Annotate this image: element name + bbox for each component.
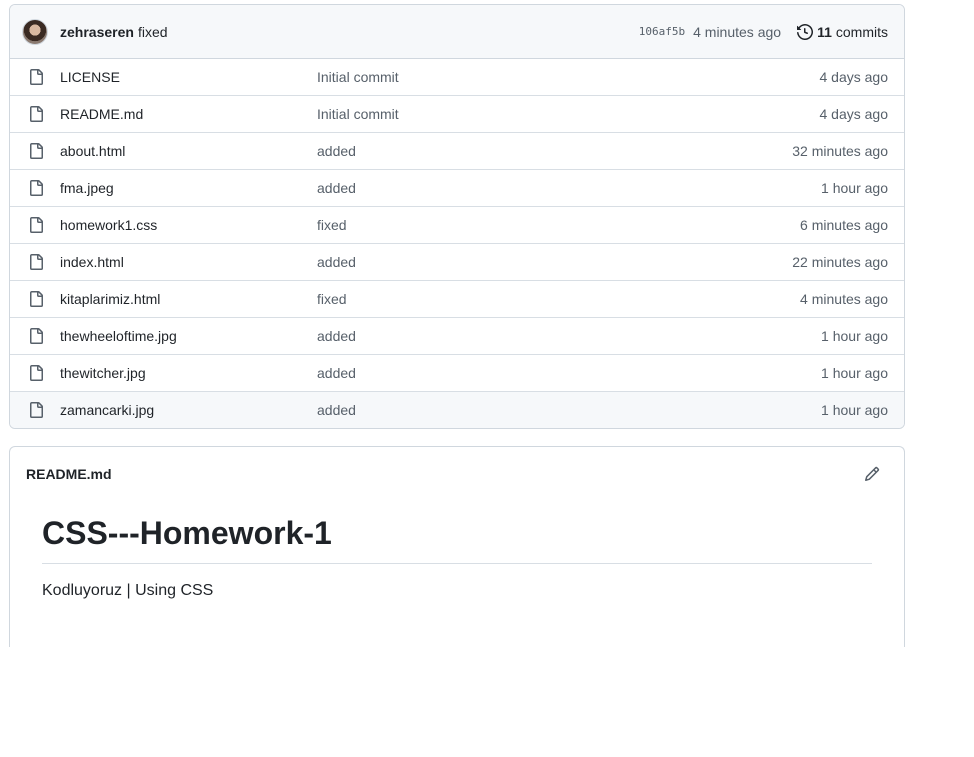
file-commit-age: 1 hour ago	[821, 402, 888, 418]
file-commit-age: 4 days ago	[819, 69, 889, 85]
file-row[interactable]: LICENSE Initial commit 4 days ago	[10, 59, 904, 95]
file-name-link[interactable]: LICENSE	[60, 69, 317, 85]
file-row[interactable]: README.md Initial commit 4 days ago	[10, 95, 904, 132]
file-name-link[interactable]: thewheeloftime.jpg	[60, 328, 317, 344]
file-row[interactable]: thewitcher.jpg added 1 hour ago	[10, 354, 904, 391]
file-commit-age: 4 days ago	[819, 106, 889, 122]
commit-author-link[interactable]: zehraseren	[60, 24, 134, 40]
file-icon	[30, 106, 43, 122]
file-row[interactable]: index.html added 22 minutes ago	[10, 243, 904, 280]
commit-sha-link[interactable]: 106af5b	[639, 25, 685, 38]
file-row[interactable]: about.html added 32 minutes ago	[10, 132, 904, 169]
file-name-link[interactable]: homework1.css	[60, 217, 317, 233]
readme-paragraph: Kodluyoruz | Using CSS	[42, 582, 214, 599]
file-commit-message-link[interactable]: Initial commit	[317, 69, 820, 85]
commits-count: 11	[817, 23, 832, 40]
file-commit-age: 6 minutes ago	[800, 217, 888, 233]
readme-header: README.md	[10, 447, 904, 501]
file-icon	[30, 254, 43, 270]
file-commit-age: 4 minutes ago	[800, 291, 888, 307]
file-commit-age: 1 hour ago	[821, 180, 888, 196]
commits-history-link[interactable]: 11 commits	[797, 24, 888, 40]
file-commit-age: 32 minutes ago	[792, 143, 888, 159]
readme-heading: CSS---Homework-1	[42, 513, 872, 564]
file-icon	[30, 402, 43, 418]
readme-panel: README.md CSS---Homework-1 Kodluyoruz | …	[9, 446, 905, 647]
commits-label: commits	[835, 23, 888, 40]
file-row[interactable]: zamancarki.jpg added 1 hour ago	[10, 391, 904, 428]
readme-content: CSS---Homework-1 Kodluyoruz | Using CSS	[10, 501, 904, 600]
file-name-link[interactable]: thewitcher.jpg	[60, 365, 317, 381]
file-row[interactable]: fma.jpeg added 1 hour ago	[10, 169, 904, 206]
file-icon	[30, 180, 43, 196]
file-name-link[interactable]: README.md	[60, 106, 317, 122]
latest-commit-bar: zehraseren fixed 106af5b 4 minutes ago 1…	[10, 5, 904, 59]
file-commit-age: 1 hour ago	[821, 328, 888, 344]
file-commit-message-link[interactable]: fixed	[317, 217, 800, 233]
file-name-link[interactable]: about.html	[60, 143, 317, 159]
file-row[interactable]: homework1.css fixed 6 minutes ago	[10, 206, 904, 243]
commit-message-link[interactable]: fixed	[138, 24, 168, 40]
file-commit-message-link[interactable]: added	[317, 402, 821, 418]
file-name-link[interactable]: fma.jpeg	[60, 180, 317, 196]
file-icon	[30, 217, 43, 233]
file-commit-message-link[interactable]: added	[317, 328, 821, 344]
pencil-icon[interactable]	[864, 466, 880, 482]
file-name-link[interactable]: zamancarki.jpg	[60, 402, 317, 418]
file-browser: zehraseren fixed 106af5b 4 minutes ago 1…	[9, 4, 905, 429]
file-commit-message-link[interactable]: added	[317, 143, 792, 159]
readme-filename-link[interactable]: README.md	[26, 466, 864, 482]
file-commit-age: 22 minutes ago	[792, 254, 888, 270]
history-icon	[797, 23, 813, 40]
file-row[interactable]: thewheeloftime.jpg added 1 hour ago	[10, 317, 904, 354]
file-icon	[30, 328, 43, 344]
avatar[interactable]	[22, 18, 48, 45]
file-commit-message-link[interactable]: fixed	[317, 291, 800, 307]
file-name-link[interactable]: index.html	[60, 254, 317, 270]
file-commit-age: 1 hour ago	[821, 365, 888, 381]
file-name-link[interactable]: kitaplarimiz.html	[60, 291, 317, 307]
file-row[interactable]: kitaplarimiz.html fixed 4 minutes ago	[10, 280, 904, 317]
commit-time: 4 minutes ago	[693, 23, 782, 40]
file-icon	[30, 143, 43, 159]
file-icon	[30, 291, 43, 307]
file-list: LICENSE Initial commit 4 days ago README…	[10, 59, 904, 428]
file-icon	[30, 365, 43, 381]
file-icon	[30, 69, 43, 85]
file-commit-message-link[interactable]: added	[317, 180, 821, 196]
file-commit-message-link[interactable]: added	[317, 365, 821, 381]
file-commit-message-link[interactable]: Initial commit	[317, 106, 820, 122]
file-commit-message-link[interactable]: added	[317, 254, 792, 270]
